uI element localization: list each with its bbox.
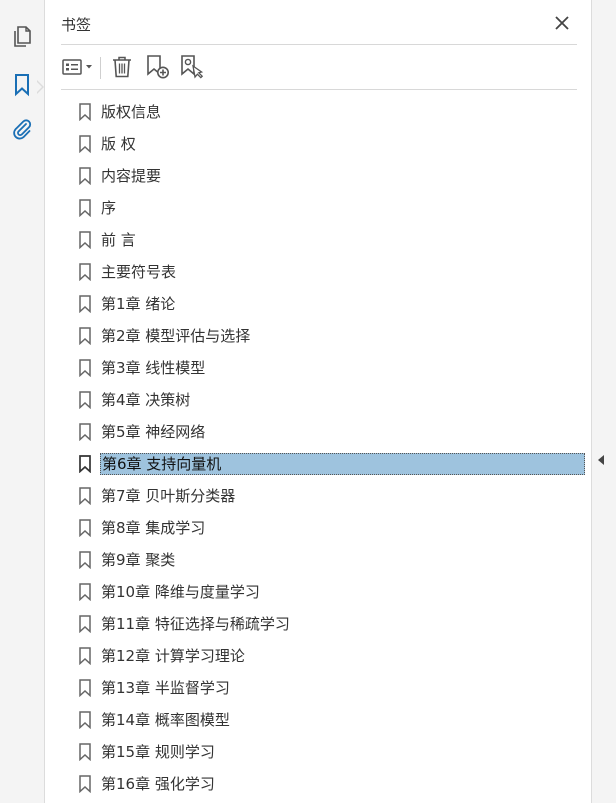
bookmark-label: 第11章 特征选择与稀疏学习	[101, 615, 290, 633]
bookmark-item[interactable]: 第3章 线性模型	[45, 352, 591, 384]
bookmark-item-icon	[79, 359, 91, 377]
bookmark-label: 第9章 聚类	[101, 551, 176, 569]
bookmark-label: 第16章 强化学习	[101, 775, 215, 793]
bookmark-item-icon	[79, 423, 91, 441]
bookmark-item[interactable]: 版权信息	[45, 96, 591, 128]
bookmark-item[interactable]: 第9章 聚类	[45, 544, 591, 576]
bookmark-item-icon	[79, 199, 91, 217]
bookmark-item[interactable]: 前 言	[45, 224, 591, 256]
bookmark-label: 主要符号表	[101, 263, 177, 281]
attachments-button[interactable]	[8, 116, 36, 144]
bookmark-item-icon	[79, 775, 91, 793]
bookmark-item[interactable]: 第15章 规则学习	[45, 736, 591, 768]
close-panel-button[interactable]	[553, 14, 571, 32]
bookmark-label: 第1章 绪论	[101, 295, 176, 313]
trash-icon	[113, 56, 131, 78]
collapse-panel-arrow-icon[interactable]	[598, 455, 604, 465]
bookmark-item-icon	[79, 263, 91, 281]
bookmark-item[interactable]: 第5章 神经网络	[45, 416, 591, 448]
bookmark-item-selected[interactable]: 第6章 支持向量机	[45, 448, 591, 480]
bookmark-item[interactable]: 内容提要	[45, 160, 591, 192]
close-icon	[555, 16, 569, 30]
new-bookmark-button[interactable]	[144, 54, 172, 80]
bookmark-item-icon	[79, 455, 91, 473]
bookmark-item-icon	[79, 391, 91, 409]
app-window: 书签 版权信息 版 权 内容提要 序 前 言 主要符号表 第1章 绪论 第2章 …	[0, 0, 616, 803]
header-divider	[61, 44, 577, 45]
bookmark-item[interactable]: 第1章 绪论	[45, 288, 591, 320]
find-bookmark-button[interactable]	[178, 54, 206, 80]
bookmark-item[interactable]: 第7章 贝叶斯分类器	[45, 480, 591, 512]
bookmark-item[interactable]: 序	[45, 192, 591, 224]
bookmark-label: 第3章 线性模型	[101, 359, 206, 377]
page-thumbnails-icon	[14, 26, 31, 47]
bookmark-label: 第15章 规则学习	[101, 743, 215, 761]
right-collapse-strip	[591, 0, 616, 803]
bookmarks-button[interactable]	[8, 71, 36, 99]
bookmark-label: 序	[101, 199, 117, 217]
bookmark-label: 第10章 降维与度量学习	[101, 583, 260, 601]
bookmark-label: 第13章 半监督学习	[101, 679, 230, 697]
toolbar-separator	[100, 57, 101, 79]
bookmark-item-icon	[79, 679, 91, 697]
bookmark-item-icon	[79, 711, 91, 729]
new-bookmark-icon	[147, 55, 169, 79]
bookmark-item[interactable]: 第13章 半监督学习	[45, 672, 591, 704]
panel-title: 书签	[61, 16, 92, 34]
bookmark-label: 第4章 决策树	[101, 391, 191, 409]
bookmark-item[interactable]: 主要符号表	[45, 256, 591, 288]
bookmark-item-icon	[79, 167, 91, 185]
bookmark-item-icon	[79, 295, 91, 313]
bookmark-label: 版权信息	[101, 103, 162, 121]
bookmark-item-icon	[79, 231, 91, 249]
paperclip-icon	[13, 119, 32, 140]
active-tab-pointer-inner	[36, 81, 42, 93]
left-tool-strip	[0, 0, 45, 803]
bookmark-label: 第14章 概率图模型	[101, 711, 230, 729]
bookmark-item[interactable]: 第16章 强化学习	[45, 768, 591, 800]
bookmark-item-icon	[79, 135, 91, 153]
bookmark-label: 第2章 模型评估与选择	[101, 327, 251, 345]
bookmark-item[interactable]: 第10章 降维与度量学习	[45, 576, 591, 608]
bookmark-label: 内容提要	[101, 167, 162, 185]
bookmark-item-icon	[79, 103, 91, 121]
bookmark-item-icon	[79, 615, 91, 633]
bookmark-item[interactable]: 第2章 模型评估与选择	[45, 320, 591, 352]
bookmark-item[interactable]: 第4章 决策树	[45, 384, 591, 416]
bookmark-item[interactable]: 版 权	[45, 128, 591, 160]
bookmark-item-icon	[79, 519, 91, 537]
bookmark-item-icon	[79, 647, 91, 665]
bookmarks-panel: 书签 版权信息 版 权 内容提要 序 前 言 主要符号表 第1章 绪论 第2章 …	[45, 0, 591, 803]
find-bookmark-icon	[181, 55, 204, 79]
bookmark-item-icon	[79, 327, 91, 345]
options-menu-icon	[62, 59, 92, 75]
bookmark-label: 第12章 计算学习理论	[101, 647, 245, 665]
toolbar-divider	[61, 89, 577, 90]
bookmark-label: 第6章 支持向量机	[100, 453, 585, 475]
bookmark-item-icon	[79, 487, 91, 505]
bookmark-item[interactable]: 第12章 计算学习理论	[45, 640, 591, 672]
bookmark-icon	[15, 74, 29, 97]
bookmark-label: 第8章 集成学习	[101, 519, 206, 537]
bookmark-item[interactable]: 第8章 集成学习	[45, 512, 591, 544]
bookmark-item[interactable]: 第14章 概率图模型	[45, 704, 591, 736]
page-thumbnails-button[interactable]	[8, 23, 36, 51]
bookmark-item[interactable]: 第11章 特征选择与稀疏学习	[45, 608, 591, 640]
options-menu-button[interactable]	[61, 54, 97, 80]
delete-bookmark-button[interactable]	[109, 54, 135, 80]
bookmark-label: 前 言	[101, 231, 136, 249]
bookmark-label: 第5章 神经网络	[101, 423, 206, 441]
bookmark-item-icon	[79, 583, 91, 601]
bookmark-item-icon	[79, 551, 91, 569]
bookmark-label: 第7章 贝叶斯分类器	[101, 487, 236, 505]
bookmark-label: 版 权	[101, 135, 136, 153]
bookmark-item-icon	[79, 743, 91, 761]
